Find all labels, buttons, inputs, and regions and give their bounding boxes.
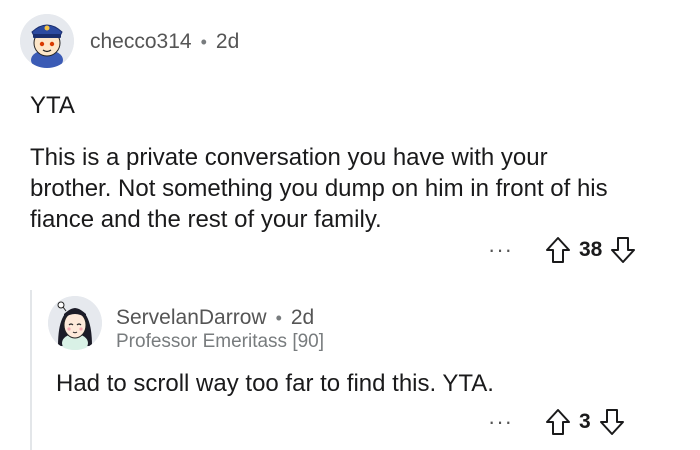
separator-dot: • [275,307,282,328]
user-flair: Professor Emeritass [90] [116,331,325,352]
comment-actions: ··· 3 [488,408,625,436]
vote-controls: 3 [545,408,625,436]
comment-body-line: fiance and the rest of your family. [30,206,382,233]
comment-age: 2d [290,306,315,329]
username[interactable]: ServelanDarrow [116,306,267,330]
user-avatar[interactable] [48,296,102,350]
girl-avatar-icon [48,296,102,350]
vote-count: 3 [578,410,591,433]
comment-body-line: brother. Not something you dump on him i… [30,175,608,202]
upvote-icon[interactable] [545,408,571,436]
comment-body-line: Had to scroll way too far to find this. … [56,370,494,397]
vote-controls: 38 [545,236,636,264]
thread-line[interactable] [30,290,32,450]
downvote-icon[interactable] [599,408,625,436]
upvote-icon[interactable] [545,236,571,264]
more-options-button[interactable]: ··· [488,237,513,263]
downvote-icon[interactable] [610,236,636,264]
vote-count: 38 [578,238,603,261]
comment: ServelanDarrow • 2d Professor Emeritass … [0,0,700,435]
comment-header: ServelanDarrow • 2d [116,306,314,330]
more-options-button[interactable]: ··· [488,409,513,435]
comment-actions: ··· 38 [488,236,636,264]
